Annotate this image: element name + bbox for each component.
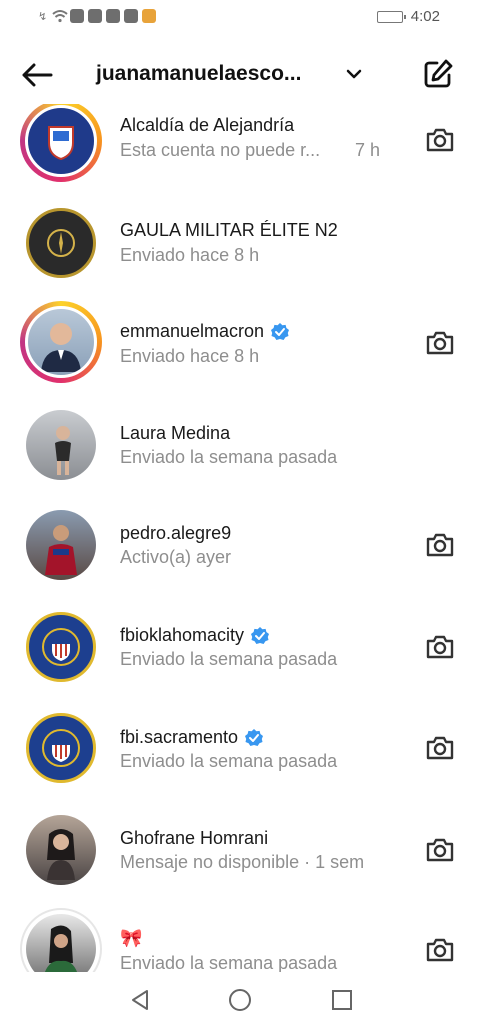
avatar[interactable]	[20, 202, 102, 284]
system-recents-button[interactable]	[328, 986, 356, 1014]
thread-subtitle: Enviado la semana pasada	[120, 751, 338, 771]
camera-icon	[426, 331, 454, 355]
thread-subtitle: Enviado la semana pasada	[120, 649, 338, 669]
compose-icon	[424, 59, 453, 88]
thread-row[interactable]: emmanuelmacron Enviado hace 8 h	[0, 301, 480, 393]
avatar-image	[26, 713, 96, 783]
verified-badge-icon	[270, 322, 290, 342]
account-switcher-title[interactable]: juanamanuelaesco...	[96, 62, 301, 86]
thread-subtitle: Enviado hace 8 h	[120, 346, 260, 366]
app-icon	[88, 9, 102, 23]
thread-row[interactable]: fbi.sacramento Enviado la semana pasada	[0, 707, 480, 799]
verified-badge-icon	[244, 728, 264, 748]
notification-icon: ↯	[38, 9, 48, 23]
verified-badge-icon	[250, 626, 270, 646]
thread-row[interactable]: 🎀 Enviado la semana pasada	[0, 908, 480, 972]
system-navigation-bar	[0, 972, 480, 1028]
avatar[interactable]	[20, 606, 102, 688]
thread-name: fbi.sacramento	[120, 727, 264, 748]
status-icons-right: 4:02	[376, 8, 440, 25]
avatar-image	[26, 510, 96, 580]
avatar-image	[26, 208, 96, 278]
camera-button[interactable]	[420, 728, 460, 768]
wifi-icon	[52, 9, 68, 23]
thread-subtitle: Mensaje no disponible · 1 sem	[120, 852, 365, 872]
thread-subtitle: Activo(a) ayer	[120, 547, 232, 567]
avatar[interactable]	[20, 104, 102, 182]
account-dropdown-button[interactable]	[344, 64, 364, 84]
avatar-image	[26, 815, 96, 885]
thread-name: Ghofrane Homrani	[120, 828, 269, 848]
inbox-header: juanamanuelaesco...	[0, 44, 480, 104]
thread-row[interactable]: pedro.alegre9 Activo(a) ayer	[0, 504, 480, 596]
camera-icon	[426, 838, 454, 862]
thread-name: pedro.alegre9	[120, 523, 232, 543]
camera-icon	[426, 635, 454, 659]
thread-row[interactable]: Alcaldía de Alejandría Esta cuenta no pu…	[0, 104, 480, 192]
camera-button[interactable]	[420, 525, 460, 565]
svg-text:↯: ↯	[38, 10, 47, 23]
app-icon	[106, 9, 120, 23]
status-bar: ↯ 4:02	[0, 0, 480, 36]
avatar[interactable]	[20, 707, 102, 789]
thread-name: emmanuelmacron	[120, 321, 290, 342]
thread-row[interactable]: Ghofrane Homrani Mensaje no disponible ·…	[0, 809, 480, 901]
new-message-button[interactable]	[420, 56, 456, 92]
camera-button[interactable]	[420, 120, 460, 160]
thread-row[interactable]: fbioklahomacity Enviado la semana pasada	[0, 606, 480, 698]
camera-button[interactable]	[420, 323, 460, 363]
avatar[interactable]	[20, 504, 102, 586]
home-circle-icon	[229, 989, 251, 1011]
avatar-image	[26, 914, 96, 972]
camera-icon	[426, 938, 454, 962]
avatar-image	[26, 612, 96, 682]
avatar[interactable]	[20, 404, 102, 486]
chevron-down-icon	[346, 69, 362, 79]
thread-name: Alcaldía de Alejandría	[120, 115, 295, 135]
camera-icon	[426, 128, 454, 152]
back-button[interactable]	[18, 56, 56, 94]
camera-button[interactable]	[420, 930, 460, 970]
camera-icon	[426, 533, 454, 557]
battery-icon	[376, 10, 406, 23]
thread-name: fbioklahomacity	[120, 625, 270, 646]
thread-row[interactable]: GAULA MILITAR ÉLITE N2 Enviado hace 8 h	[0, 202, 480, 294]
recents-square-icon	[332, 990, 352, 1010]
thread-row[interactable]: Laura Medina Enviado la semana pasada	[0, 404, 480, 496]
system-home-button[interactable]	[226, 986, 254, 1014]
thread-subtitle: Enviado hace 8 h	[120, 245, 260, 265]
back-triangle-icon	[132, 990, 148, 1010]
camera-button[interactable]	[420, 830, 460, 870]
status-icons-left: ↯	[38, 9, 156, 23]
avatar-image	[26, 410, 96, 480]
thread-name: Laura Medina	[120, 423, 231, 443]
system-back-button[interactable]	[126, 986, 154, 1014]
camera-icon	[426, 736, 454, 760]
thread-name: 🎀	[120, 928, 143, 948]
camera-button[interactable]	[420, 627, 460, 667]
app-icon	[124, 9, 138, 23]
app-icon	[142, 9, 156, 23]
thread-list[interactable]: Alcaldía de Alejandría Esta cuenta no pu…	[0, 104, 480, 972]
avatar[interactable]	[20, 908, 102, 972]
thread-subtitle: Enviado la semana pasada	[120, 953, 338, 972]
thread-name: GAULA MILITAR ÉLITE N2	[120, 220, 338, 240]
thread-subtitle: Enviado la semana pasada	[120, 447, 338, 467]
thread-subtitle: Esta cuenta no puede r...	[120, 140, 321, 160]
status-time: 4:02	[410, 8, 440, 25]
app-icon	[70, 9, 84, 23]
avatar-image	[25, 306, 97, 378]
avatar[interactable]	[20, 301, 102, 383]
avatar[interactable]	[20, 809, 102, 891]
avatar-image	[25, 105, 97, 177]
arrow-left-icon	[22, 63, 53, 87]
thread-time: 7 h	[355, 140, 381, 160]
